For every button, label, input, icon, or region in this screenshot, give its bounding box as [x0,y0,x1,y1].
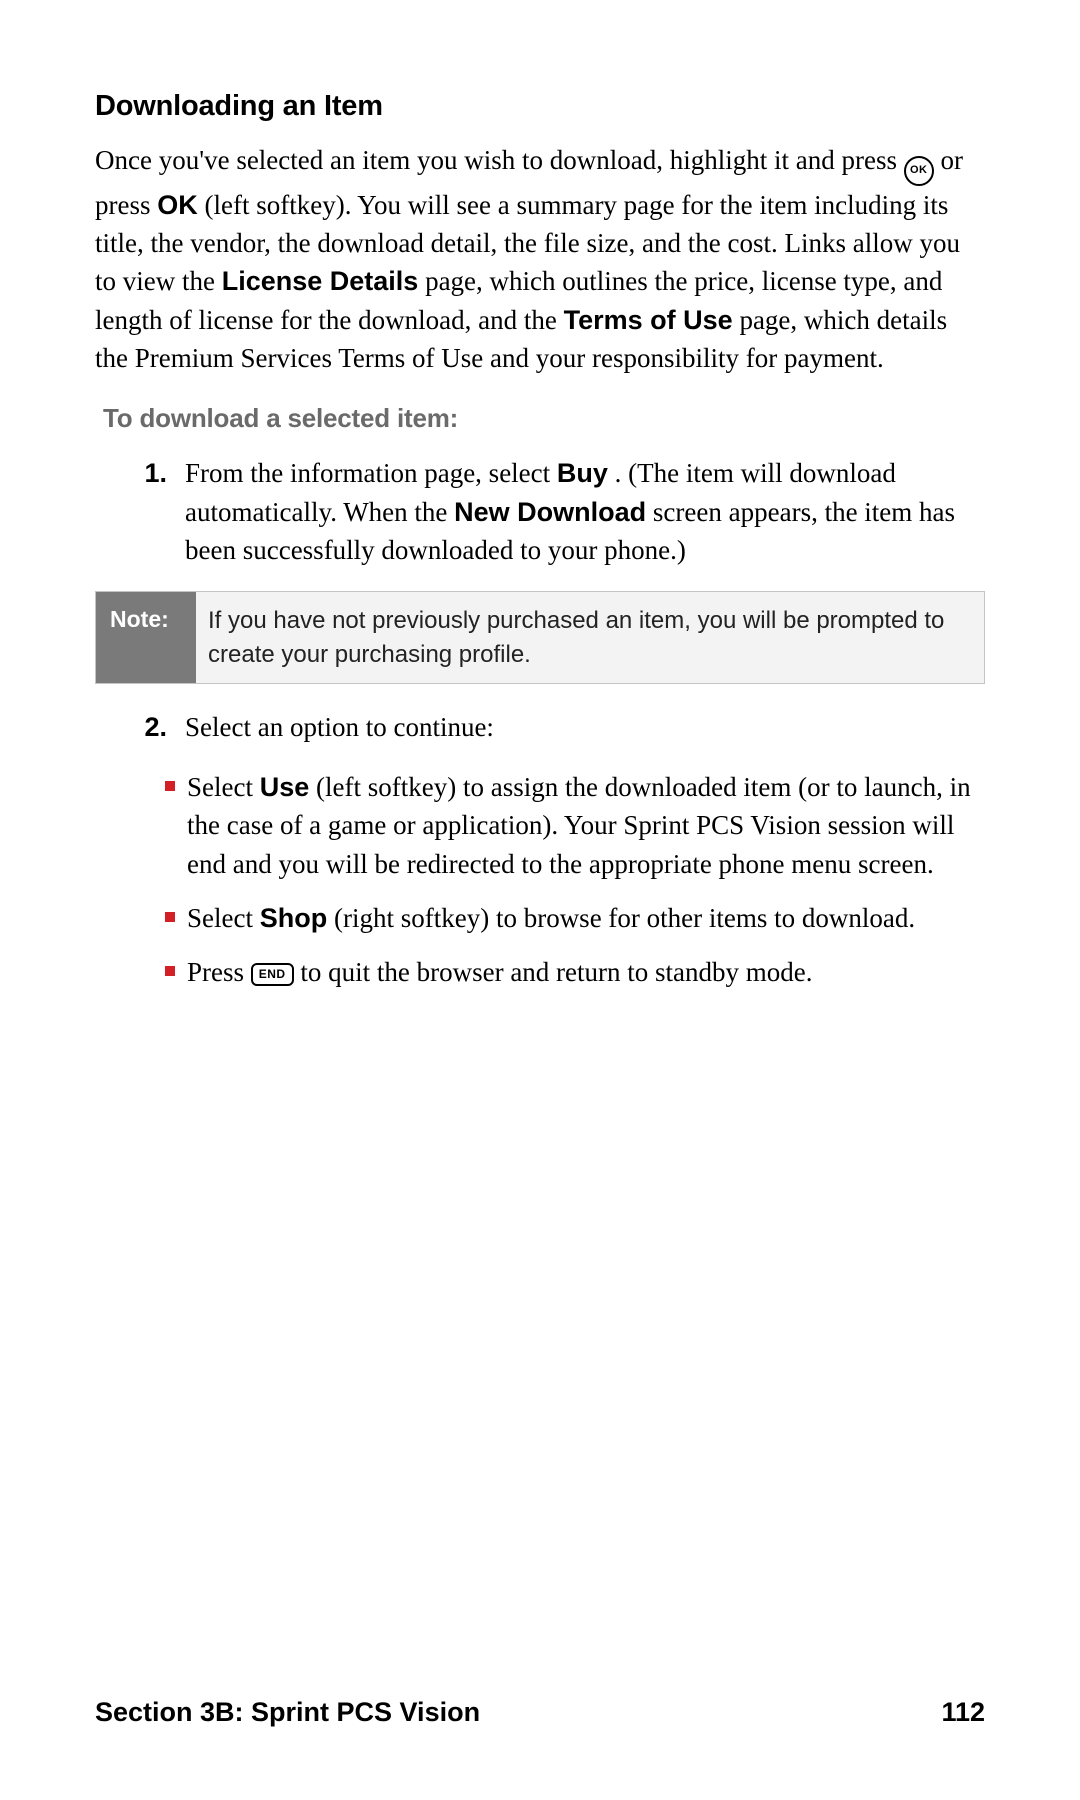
footer-page-number: 112 [941,1697,985,1728]
ok-key-icon: OK [904,156,934,186]
page-footer: Section 3B: Sprint PCS Vision 112 [95,1697,985,1728]
shop-bold: Shop [260,903,328,933]
section-heading: Downloading an Item [95,90,985,123]
bullet-3-a: Press [187,957,251,987]
bullet-2-a: Select [187,903,260,933]
buy-bold: Buy [557,458,608,488]
bullet-3-b: to quit the browser and return to standb… [300,957,812,987]
step-2-body: Select an option to continue: [185,708,985,746]
step-1: 1. From the information page, select Buy… [137,454,985,569]
step-1-text-a: From the information page, select [185,458,557,488]
step-1-body: From the information page, select Buy . … [185,454,985,569]
bullet-list: Select Use (left softkey) to assign the … [165,768,985,992]
bullet-3: Press END to quit the browser and return… [165,953,985,991]
ok-bold: OK [157,190,198,220]
intro-paragraph: Once you've selected an item you wish to… [95,141,985,377]
bullet-square-icon [165,781,175,791]
step-1-number: 1. [137,454,185,569]
bullet-2: Select Shop (right softkey) to browse fo… [165,899,985,937]
license-details-bold: License Details [222,266,419,296]
bullet-square-icon [165,966,175,976]
bullet-square-icon [165,912,175,922]
intro-text-1: Once you've selected an item you wish to… [95,145,904,175]
note-body: If you have not previously purchased an … [196,592,984,682]
step-2: 2. Select an option to continue: [137,708,985,746]
new-download-bold: New Download [454,497,646,527]
step-2-number: 2. [137,708,185,746]
bullet-1: Select Use (left softkey) to assign the … [165,768,985,883]
bullet-2-b: (right softkey) to browse for other item… [334,903,915,933]
use-bold: Use [260,772,310,802]
footer-section: Section 3B: Sprint PCS Vision [95,1697,480,1728]
note-box: Note: If you have not previously purchas… [95,591,985,683]
end-key-icon: END [251,963,294,986]
terms-of-use-bold: Terms of Use [564,305,733,335]
note-label: Note: [96,592,196,682]
procedure-subheading: To download a selected item: [103,403,985,434]
bullet-1-a: Select [187,772,260,802]
